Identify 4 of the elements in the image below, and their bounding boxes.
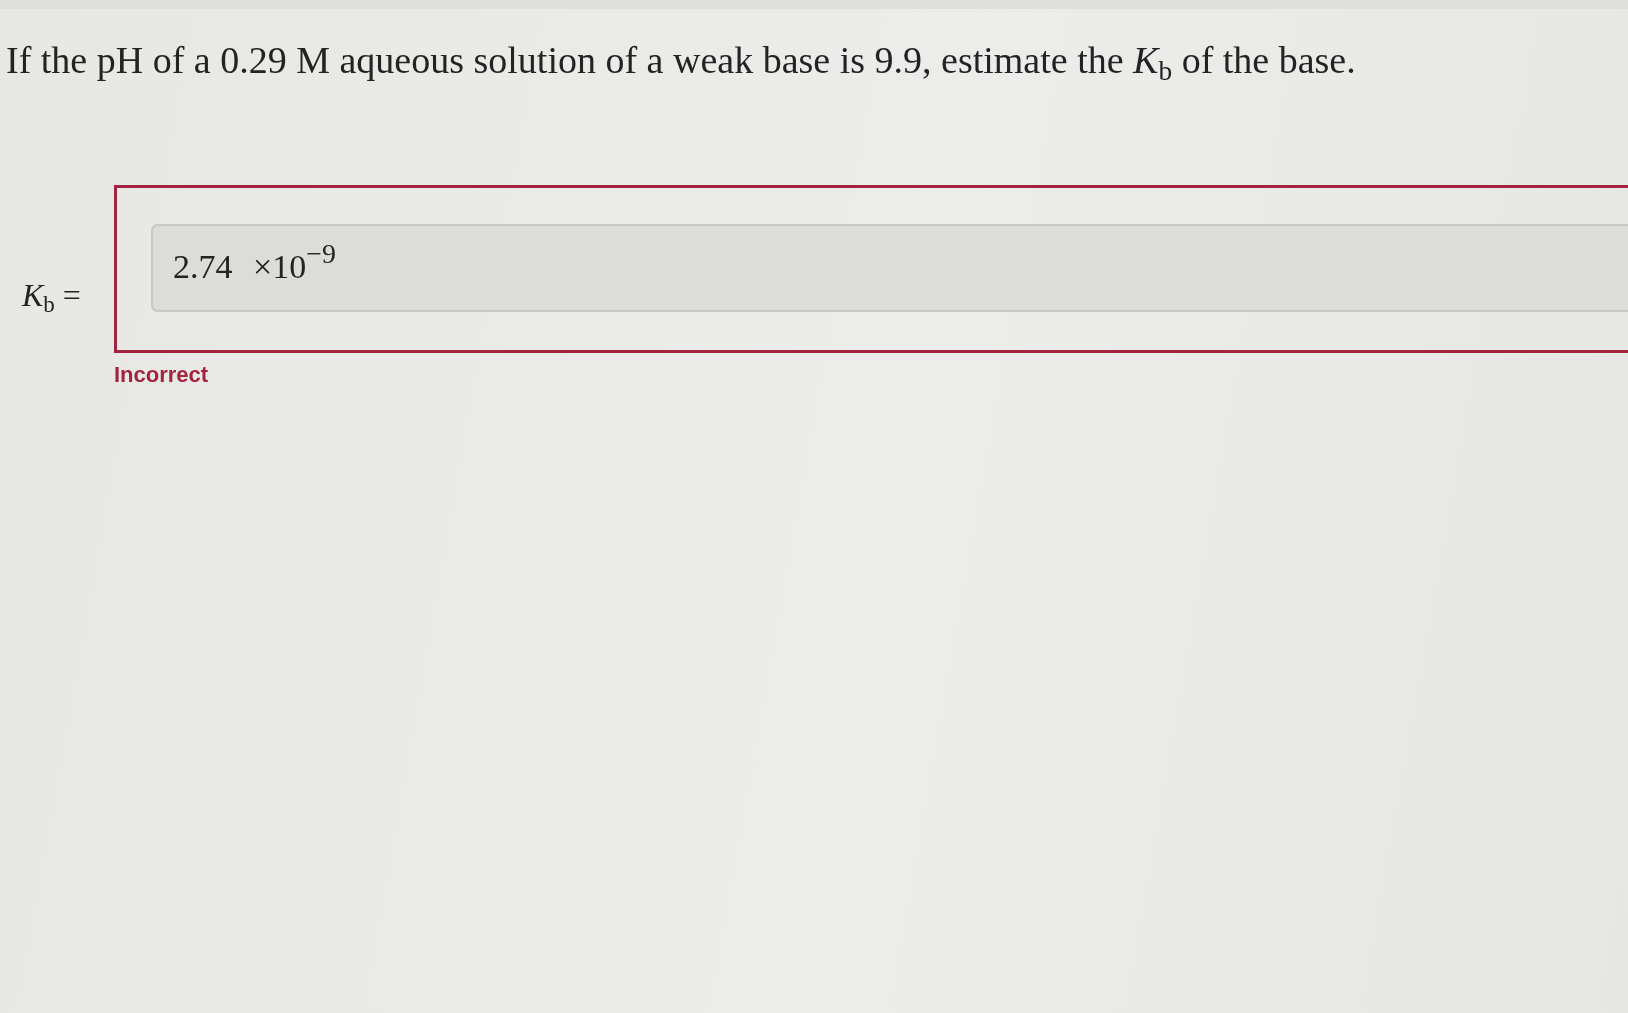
answer-field[interactable]: 2.74 ×10$^{−9}$ <box>151 224 1628 312</box>
question-text: If the pH of a 0.29 M aqueous solution of a weak base is 9.9, estimate the K$_{b}$ of the base. <box>5 38 1356 85</box>
feedback-text: Incorrect <box>114 361 209 389</box>
math-label: K$_{b}$ = <box>22 276 82 315</box>
